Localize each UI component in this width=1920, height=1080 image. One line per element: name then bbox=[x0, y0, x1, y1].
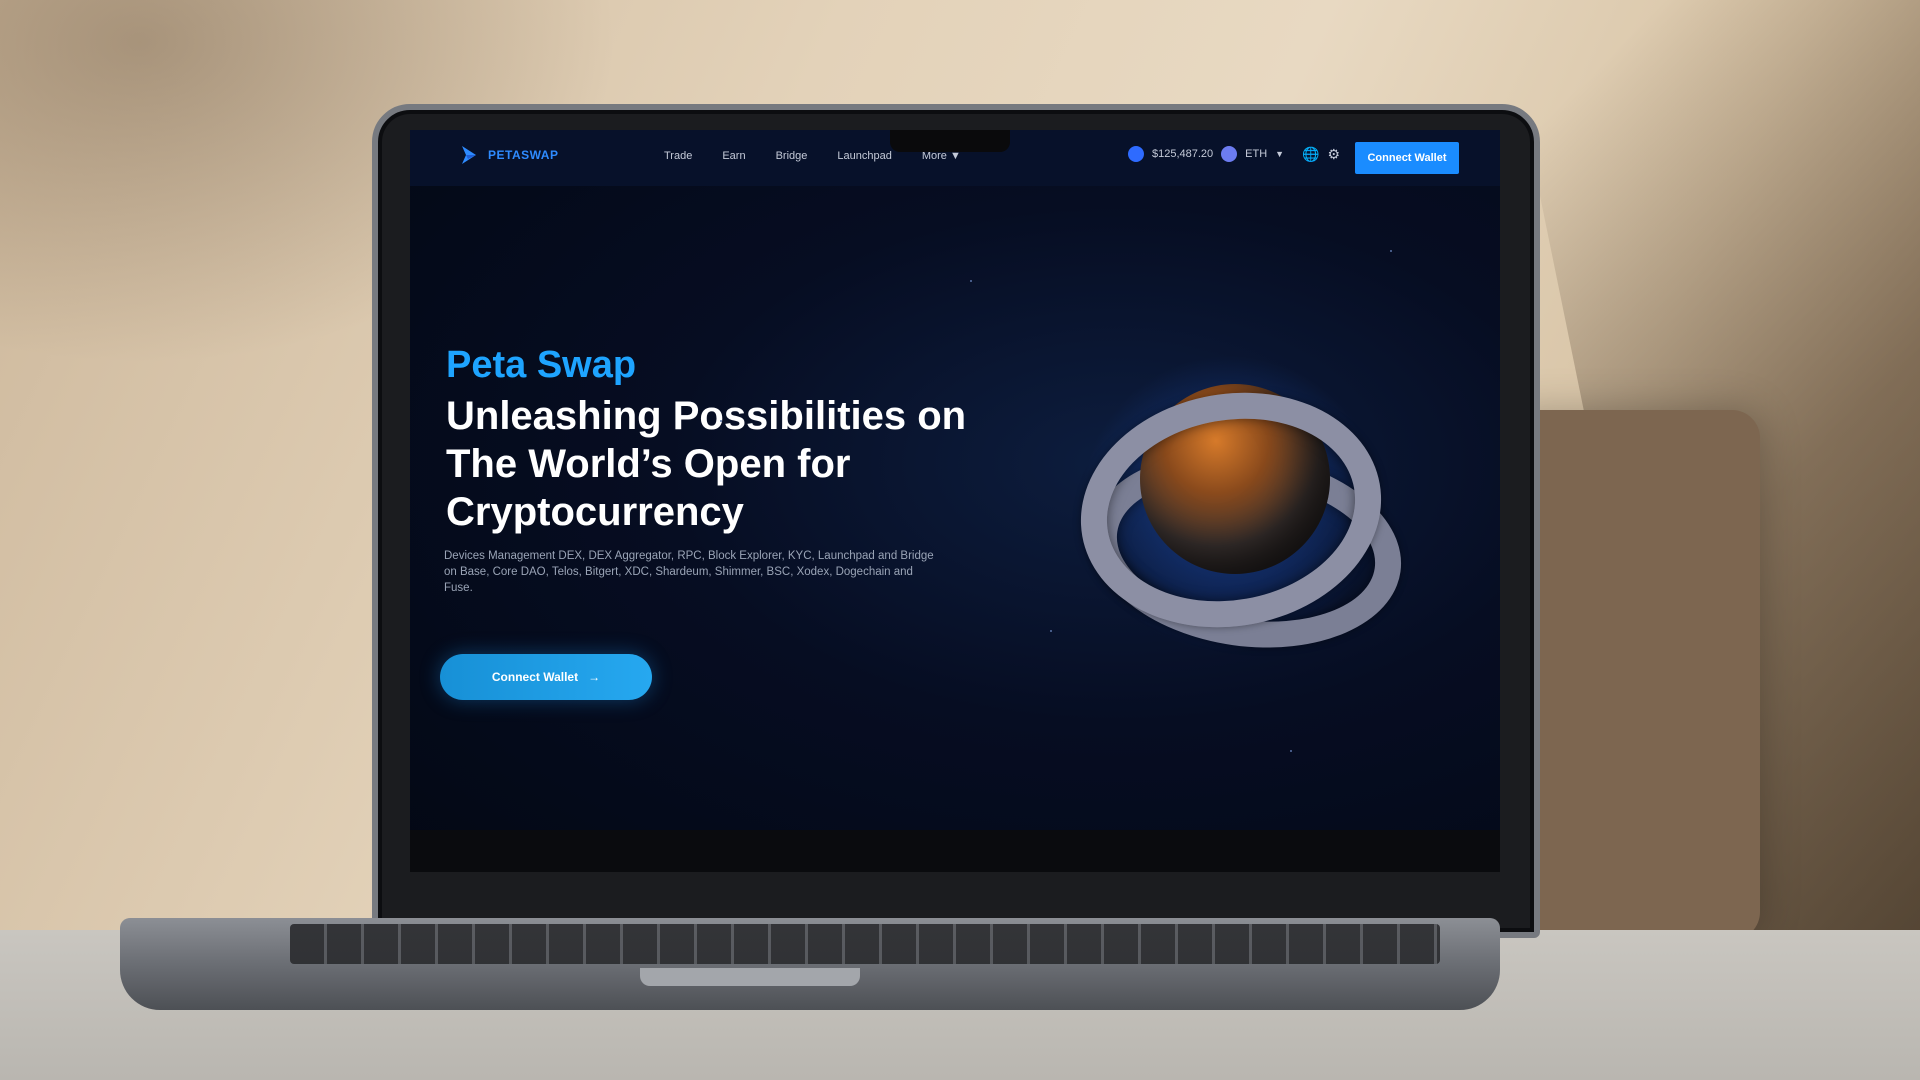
logo[interactable]: PETASWAP bbox=[458, 144, 558, 166]
globe-illustration bbox=[1060, 334, 1414, 667]
gear-icon[interactable]: ⚙ bbox=[1327, 146, 1340, 163]
laptop-front-notch bbox=[640, 968, 860, 986]
connect-wallet-button-hero[interactable]: Connect Wallet → bbox=[440, 654, 652, 700]
balance-display[interactable]: $125,487.20 ETH ▼ bbox=[1128, 146, 1284, 162]
peta-token-icon bbox=[1128, 146, 1144, 162]
star bbox=[1290, 750, 1292, 752]
globe-icon[interactable]: 🌐 bbox=[1302, 146, 1319, 163]
hero-title: Unleashing Possibilities on The World’s … bbox=[446, 394, 967, 534]
star bbox=[1050, 630, 1052, 632]
nav-icons: 🌐 ⚙ bbox=[1302, 146, 1340, 163]
keyboard bbox=[290, 924, 1440, 964]
laptop-screen: PETASWAP Trade Earn Bridge Launchpad Mor… bbox=[410, 130, 1500, 872]
camera-notch bbox=[890, 130, 1010, 152]
petaswap-logo-icon bbox=[462, 146, 476, 164]
balance-value: $125,487.20 bbox=[1152, 148, 1214, 160]
star bbox=[970, 280, 972, 282]
screen-bezel-bottom bbox=[410, 830, 1500, 872]
star bbox=[1390, 250, 1392, 252]
eth-icon bbox=[1221, 146, 1238, 162]
menu-item-bridge[interactable]: Bridge bbox=[776, 150, 808, 162]
brand-name: PETASWAP bbox=[488, 148, 559, 162]
hero-brand: Peta Swap bbox=[446, 344, 637, 386]
network-chevron-down-icon[interactable]: ▼ bbox=[1275, 149, 1284, 159]
network-label: ETH bbox=[1245, 148, 1268, 160]
star bbox=[720, 420, 722, 422]
hero-description: Devices Management DEX, DEX Aggregator, … bbox=[444, 550, 934, 594]
connect-wallet-button-nav[interactable]: Connect Wallet bbox=[1355, 142, 1459, 174]
cta-label: Connect Wallet bbox=[491, 670, 579, 684]
menu-item-earn[interactable]: Earn bbox=[722, 150, 745, 162]
menu-item-launchpad[interactable]: Launchpad bbox=[837, 150, 891, 162]
menu-item-trade[interactable]: Trade bbox=[664, 150, 692, 162]
arrow-right-icon: → bbox=[588, 670, 601, 684]
